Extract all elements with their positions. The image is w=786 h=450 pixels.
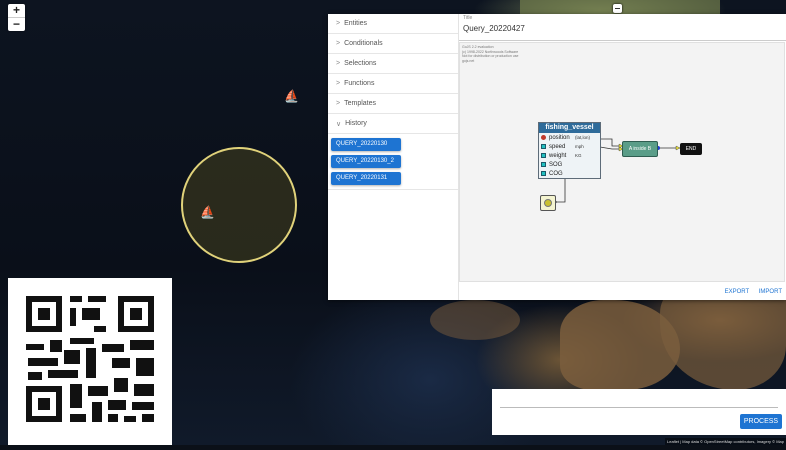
field-unit: KG <box>575 153 582 158</box>
history-query-button[interactable]: QUERY_20220130_2 <box>331 155 401 168</box>
field-name: position <box>549 134 570 141</box>
sidebar-item-selections[interactable]: > Selections <box>328 54 458 74</box>
field-name: weight <box>549 152 567 159</box>
zoom-out-button[interactable]: − <box>8 18 25 31</box>
sidebar-item-label: Functions <box>344 80 375 87</box>
input-line[interactable] <box>500 407 778 408</box>
map-attribution: Leaflet | Map data © OpenStreetMap contr… <box>665 438 786 445</box>
chevron-right-icon: > <box>336 20 341 27</box>
title-label: Title <box>463 15 473 21</box>
diagram-links <box>553 138 681 204</box>
query-builder-panel: > Entities > Conditionals > Selections > Fun… <box>328 14 786 300</box>
chevron-right-icon: > <box>336 80 341 87</box>
field-name: speed <box>549 143 566 150</box>
geofence-node[interactable] <box>540 195 556 211</box>
process-button[interactable]: PROCESS <box>740 414 782 429</box>
field-unit: (lat,lon) <box>575 135 591 140</box>
title-field[interactable]: Title Query_20220427 <box>459 14 786 41</box>
export-button[interactable]: EXPORT <box>725 289 749 295</box>
qr-code-image <box>26 296 154 422</box>
node-field-row[interactable]: position (lat,lon) <box>539 133 600 142</box>
chevron-down-icon: ∨ <box>336 120 342 128</box>
field-name: SOG <box>549 161 563 168</box>
process-panel: PROCESS <box>492 389 786 435</box>
node-field-row[interactable]: SOG <box>539 160 600 169</box>
sidebar: > Entities > Conditionals > Selections > Fun… <box>328 14 459 300</box>
land-area <box>430 300 520 340</box>
zoom-control: + − <box>8 4 25 31</box>
node-field-row[interactable]: speed mph <box>539 142 600 151</box>
export-import-links: EXPORT IMPORT <box>717 289 782 295</box>
link-line <box>599 146 622 150</box>
numeric-port-icon <box>541 144 546 149</box>
inside-condition-node[interactable]: A inside B <box>622 141 658 157</box>
import-button[interactable]: IMPORT <box>759 289 782 295</box>
numeric-port-icon <box>541 171 546 176</box>
node-field-row[interactable]: weight KG <box>539 151 600 160</box>
sidebar-item-entities[interactable]: > Entities <box>328 14 458 34</box>
sidebar-item-functions[interactable]: > Functions <box>328 74 458 94</box>
chevron-right-icon: > <box>336 40 341 47</box>
history-list: QUERY_20220130 QUERY_20220130_2 QUERY_20… <box>328 138 458 190</box>
sidebar-item-conditionals[interactable]: > Conditionals <box>328 34 458 54</box>
zoom-in-button[interactable]: + <box>8 4 25 18</box>
field-unit: mph <box>575 144 584 149</box>
chevron-right-icon: > <box>336 100 341 107</box>
field-name: COG <box>549 170 563 177</box>
entity-node-fishing-vessel[interactable]: fishing_vessel position (lat,lon) speed mp… <box>538 122 601 179</box>
history-query-button[interactable]: QUERY_20220131 <box>331 172 401 185</box>
sidebar-item-label: Templates <box>344 100 376 107</box>
sidebar-item-history[interactable]: ∨ History <box>328 114 458 134</box>
node-field-row[interactable]: COG <box>539 169 600 178</box>
chevron-right-icon: > <box>336 60 341 67</box>
sidebar-item-label: Entities <box>344 20 368 27</box>
sidebar-item-label: Selections <box>344 60 377 67</box>
ship-icon[interactable]: ⛵ <box>284 90 299 102</box>
geo-port-icon <box>541 135 546 140</box>
ship-icon[interactable]: ⛵ <box>200 206 215 218</box>
numeric-port-icon <box>541 162 546 167</box>
sidebar-item-label: History <box>345 120 367 127</box>
end-node[interactable]: END <box>680 143 702 155</box>
numeric-port-icon <box>541 153 546 158</box>
sidebar-item-label: Conditionals <box>344 40 383 47</box>
history-query-button[interactable]: QUERY_20220130 <box>331 138 401 151</box>
link-line <box>600 138 622 147</box>
map-marker-icon[interactable] <box>613 4 622 13</box>
geofence-circle[interactable] <box>181 147 297 263</box>
node-title: fishing_vessel <box>539 123 600 133</box>
diagram-canvas[interactable]: GoJS 2.2 evaluation (c) 1998-2022 Northw… <box>459 42 785 282</box>
circle-shape-icon <box>544 199 552 207</box>
title-input[interactable]: Query_20220427 <box>463 24 525 33</box>
sidebar-item-templates[interactable]: > Templates <box>328 94 458 114</box>
qr-code <box>8 278 172 445</box>
